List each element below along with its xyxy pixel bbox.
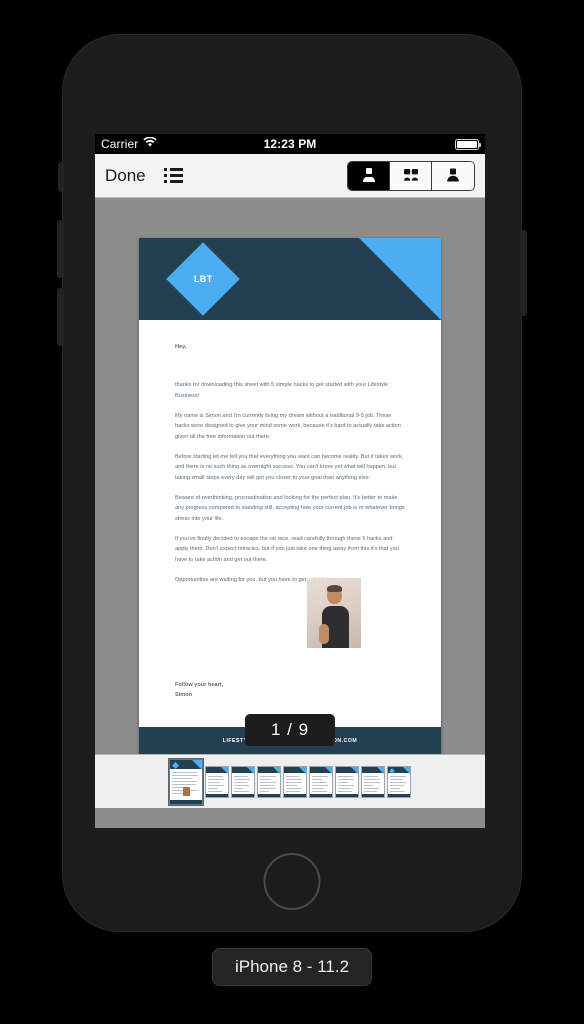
signoff-line-2: Simon (175, 692, 193, 699)
corner-triangle-decoration (359, 238, 441, 320)
paragraph-1: thanks for downloading this sheet with 5… (175, 382, 389, 399)
page-indicator: 1 / 9 (244, 714, 336, 746)
battery-icon (455, 138, 481, 150)
status-bar-right (369, 138, 481, 150)
paragraph-2: My name is Simon and I'm currently livin… (175, 413, 401, 440)
greeting-text: Hey, (175, 344, 187, 350)
logo-text: LBT (193, 273, 213, 284)
page-view-segmented-control[interactable] (347, 160, 475, 191)
page-header-banner: LBT (139, 238, 441, 320)
volume-up-button[interactable] (57, 220, 64, 278)
thumbnail-page-6[interactable] (309, 765, 333, 798)
status-bar-left: Carrier (101, 136, 211, 151)
thumbnail-page-8[interactable] (361, 765, 385, 798)
paragraph-3: Before starting let me tell you that eve… (175, 454, 404, 481)
lbt-logo: LBT (166, 242, 240, 316)
page-body: Hey, thanks for downloading this sheet w… (139, 320, 441, 727)
list-icon[interactable] (163, 168, 183, 183)
thumbnail-page-4[interactable] (257, 765, 281, 798)
paragraph-5: If you've finally decided to escape the … (175, 536, 399, 563)
document-page: LBT Hey, thanks for downloading this she… (139, 238, 441, 755)
volume-down-button[interactable] (57, 288, 64, 346)
screenshot-root: Carrier 12:23 PM Done LBT Hey, thanks fo… (0, 0, 584, 1024)
paragraph-4: Beware of overthinking, procrastination … (175, 495, 405, 522)
silent-switch-button[interactable] (58, 162, 64, 192)
signature-block: Follow your heart, Simon (175, 680, 405, 701)
device-label: iPhone 8 - 11.2 (211, 948, 373, 986)
carrier-label: Carrier (101, 137, 139, 151)
home-button[interactable] (263, 853, 321, 910)
status-bar-clock: 12:23 PM (263, 137, 317, 151)
thumbnail-page-7[interactable] (335, 765, 359, 798)
author-photo-area (175, 577, 405, 650)
thumbnail-page-1[interactable] (169, 758, 203, 805)
wifi-icon (143, 136, 157, 151)
two-page-view-icon[interactable] (390, 161, 432, 190)
iphone-device-frame: Carrier 12:23 PM Done LBT Hey, thanks fo… (57, 34, 527, 932)
thumbnail-strip[interactable] (95, 754, 485, 808)
thumbnail-page-9[interactable] (387, 765, 411, 798)
author-photo (307, 577, 361, 648)
thumbnail-page-3[interactable] (231, 765, 255, 798)
document-viewer[interactable]: LBT Hey, thanks for downloading this she… (95, 198, 485, 755)
status-bar: Carrier 12:23 PM (95, 134, 485, 154)
signoff-line-1: Follow your heart, (175, 681, 224, 688)
thumbnail-page-2[interactable] (205, 765, 229, 798)
single-page-view-icon[interactable] (348, 161, 390, 190)
continuous-page-view-icon[interactable] (432, 161, 474, 190)
done-button[interactable]: Done (105, 166, 146, 186)
navigation-toolbar: Done (95, 154, 485, 198)
device-screen: Carrier 12:23 PM Done LBT Hey, thanks fo… (95, 134, 485, 828)
thumbnail-page-5[interactable] (283, 765, 307, 798)
power-button[interactable] (520, 230, 527, 316)
